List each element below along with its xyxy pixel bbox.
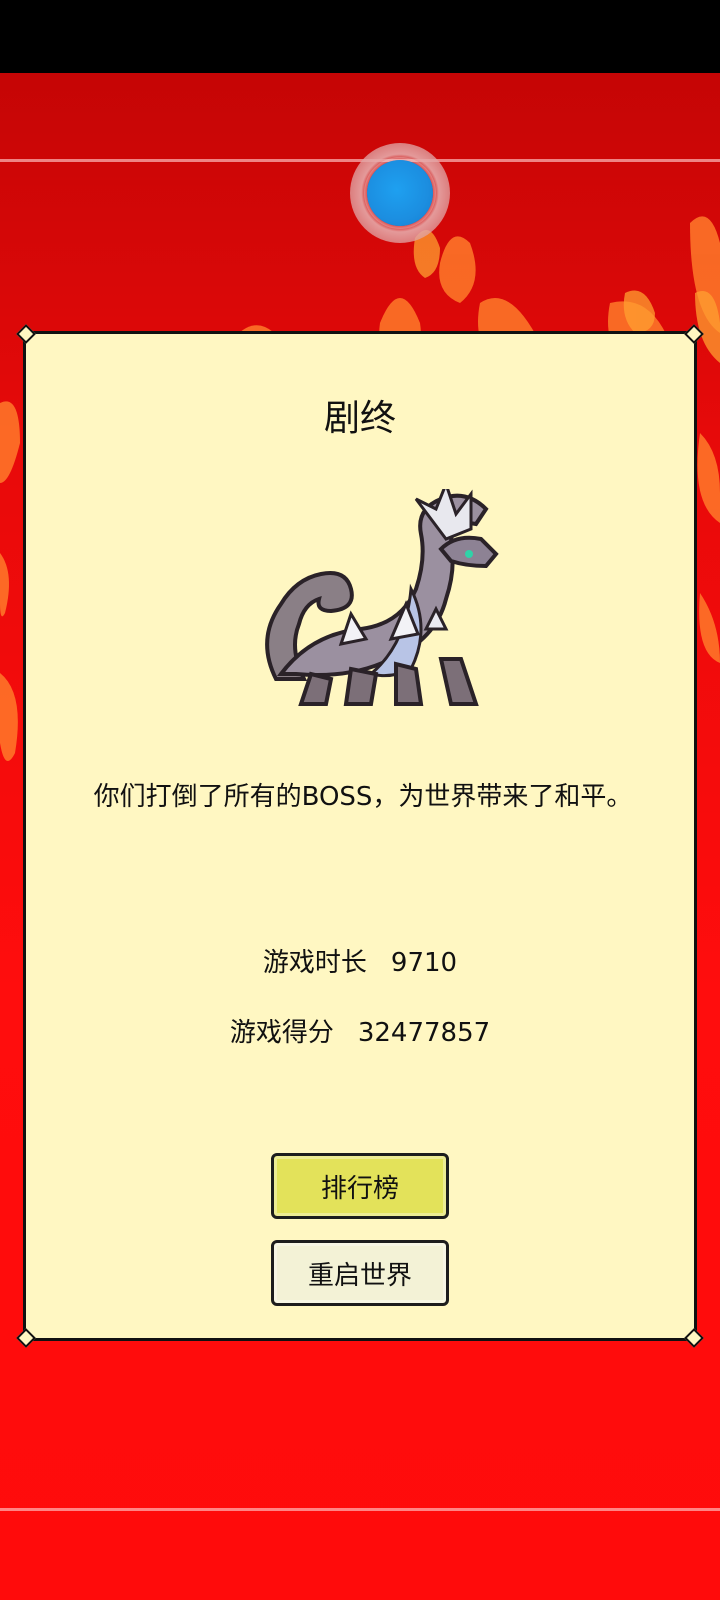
play-time-value: 9710	[390, 948, 458, 978]
leaderboard-button[interactable]: 排行榜	[271, 1153, 449, 1219]
white-dragon-icon	[265, 489, 499, 706]
play-time-label: 游戏时长	[262, 948, 367, 978]
restart-world-button[interactable]: 重启世界	[271, 1240, 449, 1306]
dialog-title: 剧终	[323, 398, 396, 439]
blue-orb-icon[interactable]	[350, 143, 450, 243]
score-stat: 游戏得分 32477857	[26, 1012, 694, 1049]
orb-core	[367, 160, 433, 226]
ending-message: 你们打倒了所有的BOSS，为世界带来了和平。	[93, 782, 633, 812]
ending-dialog: 剧终 你们打倒了所有的BOSS，为世界带来了和平。 游戏时长 9710 游戏得分 3…	[16, 324, 704, 1348]
bottom-divider-line	[0, 1508, 720, 1511]
play-time-stat: 游戏时长 9710	[26, 942, 694, 979]
score-label: 游戏得分	[229, 1018, 334, 1048]
score-value: 32477857	[357, 1018, 491, 1048]
status-bar	[0, 0, 720, 73]
